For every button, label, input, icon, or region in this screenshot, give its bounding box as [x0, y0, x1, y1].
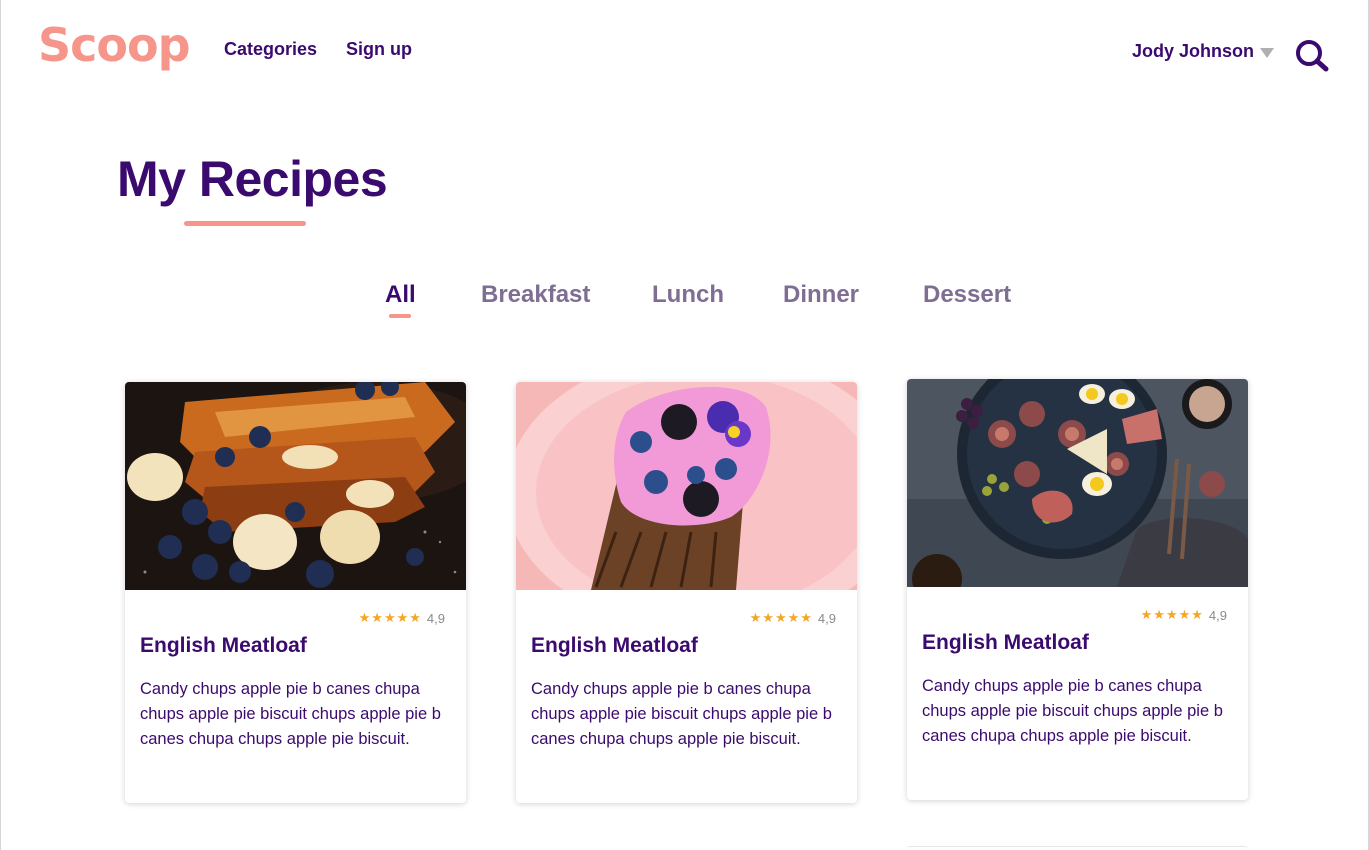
recipe-title[interactable]: English Meatloaf — [531, 634, 698, 658]
recipe-description: Candy chups apple pie b canes chupa chup… — [531, 680, 832, 748]
nav-signup-link[interactable]: Sign up — [346, 39, 412, 60]
user-name: Jody Johnson — [1131, 41, 1254, 61]
recipe-image-yogurt-toast — [516, 382, 857, 590]
rating: ★★★★★ 4,9 — [1141, 607, 1227, 623]
recipe-title[interactable]: English Meatloaf — [140, 634, 307, 658]
search-icon[interactable] — [1294, 38, 1330, 74]
rating-value: 4,9 — [1208, 607, 1227, 623]
star-rating-icon: ★★★★★ — [1140, 607, 1204, 622]
rating-value: 4,9 — [817, 610, 836, 626]
rating-value: 4,9 — [426, 610, 445, 626]
recipe-card[interactable]: ★★★★★ 4,9 English Meatloaf Candy chups a… — [907, 379, 1248, 800]
recipe-title[interactable]: English Meatloaf — [922, 631, 1089, 655]
scoop-logo[interactable]: Scoop — [38, 22, 191, 68]
recipe-image-french-toast — [125, 382, 466, 590]
next-card-peek — [907, 846, 1248, 850]
active-tab-indicator — [389, 314, 411, 318]
recipe-card[interactable]: ★★★★★ 4,9 English Meatloaf Candy chups a… — [125, 382, 466, 803]
tab-breakfast[interactable]: Breakfast — [481, 281, 590, 309]
tab-lunch[interactable]: Lunch — [652, 281, 724, 309]
star-rating-icon: ★★★★★ — [358, 610, 422, 625]
rating: ★★★★★ 4,9 — [750, 610, 836, 626]
recipe-card[interactable]: ★★★★★ 4,9 English Meatloaf Candy chups a… — [516, 382, 857, 803]
tab-dessert[interactable]: Dessert — [923, 281, 1011, 309]
user-menu[interactable]: Jody Johnson — [1132, 41, 1274, 62]
recipe-description: Candy chups apple pie b canes chupa chup… — [140, 680, 441, 748]
page-title: My Recipes — [117, 151, 388, 207]
rating: ★★★★★ 4,9 — [359, 610, 445, 626]
title-underline — [184, 221, 306, 226]
tab-dinner[interactable]: Dinner — [783, 281, 859, 309]
tab-all[interactable]: All — [385, 281, 416, 309]
nav-categories-link[interactable]: Categories — [224, 39, 317, 60]
star-rating-icon: ★★★★★ — [749, 610, 813, 625]
recipe-description: Candy chups apple pie b canes chupa chup… — [922, 677, 1223, 745]
recipe-image-platter — [907, 379, 1248, 587]
chevron-down-icon — [1260, 47, 1274, 58]
